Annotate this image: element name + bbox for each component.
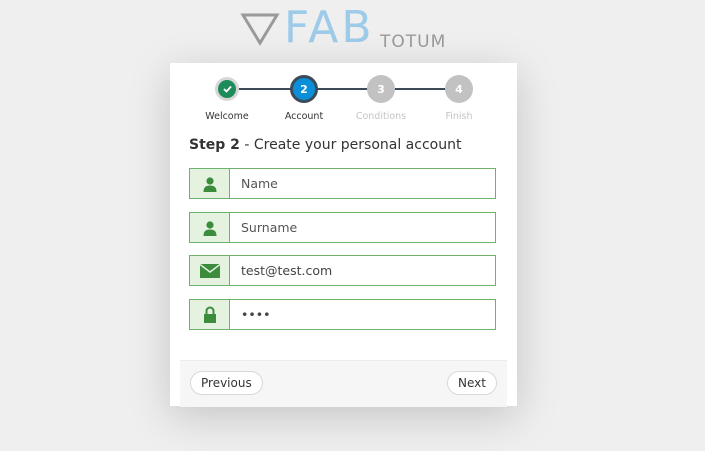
logo-triangle-icon (240, 13, 280, 46)
step-conditions-circle: 3 (367, 75, 395, 103)
step-account-label: Account (284, 111, 324, 122)
name-addon (190, 169, 230, 198)
wizard-footer: Previous Next (180, 360, 507, 407)
title-step: Step 2 (189, 137, 240, 153)
fabtotum-logo: FAB TOTUM (240, 2, 460, 53)
name-field (189, 168, 496, 199)
name-input[interactable] (230, 169, 495, 198)
email-addon (190, 256, 230, 285)
previous-button[interactable]: Previous (190, 371, 263, 395)
logo-subbrand-text: TOTUM (380, 32, 447, 52)
password-input[interactable] (230, 300, 495, 329)
next-button[interactable]: Next (447, 371, 497, 395)
page-title: Step 2 - Create your personal account (189, 137, 461, 153)
password-field (189, 299, 496, 330)
step-conditions-label: Conditions (355, 111, 407, 122)
check-icon (222, 85, 232, 93)
password-addon (190, 300, 230, 329)
surname-field (189, 212, 496, 243)
email-input[interactable] (230, 256, 495, 285)
step-finish-circle: 4 (445, 75, 473, 103)
registration-card: Welcome 2 Account 3 Conditions 4 Finish … (170, 63, 517, 407)
step-welcome-circle (215, 77, 239, 101)
email-field (189, 255, 496, 286)
lock-icon (203, 306, 216, 323)
step-account-circle: 2 (290, 75, 318, 103)
user-icon (203, 176, 216, 192)
title-text: - Create your personal account (239, 137, 462, 153)
surname-input[interactable] (230, 213, 495, 242)
logo-brand-text: FAB (284, 2, 375, 53)
step-finish-label: Finish (445, 111, 473, 122)
user-icon (203, 220, 216, 236)
step-welcome-label: Welcome (205, 111, 249, 122)
envelope-icon (199, 263, 220, 278)
surname-addon (190, 213, 230, 242)
wizard-steps: Welcome 2 Account 3 Conditions 4 Finish (170, 63, 517, 129)
